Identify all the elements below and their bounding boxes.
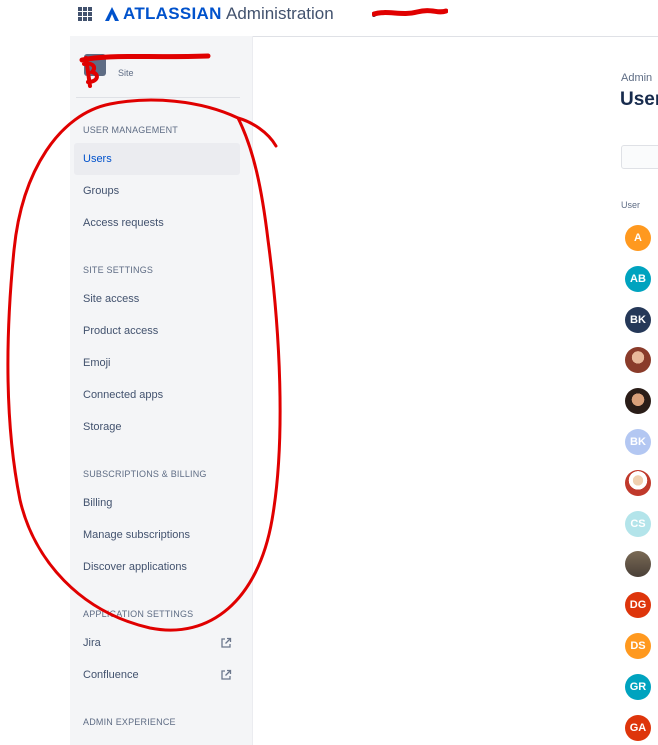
- user-avatar[interactable]: BK: [625, 429, 651, 455]
- page-title: User: [620, 89, 658, 110]
- sidebar-item-connected-apps[interactable]: Connected apps: [74, 379, 240, 411]
- sidebar-item-label: Confluence: [83, 669, 139, 681]
- sidebar-item-label: Jira: [83, 637, 101, 649]
- user-avatar[interactable]: CS: [625, 510, 651, 537]
- user-avatar[interactable]: A: [625, 225, 651, 251]
- external-link-icon: [221, 669, 232, 680]
- sidebar-item-groups[interactable]: Groups: [74, 175, 240, 207]
- sidebar-item-label: Billing: [83, 497, 113, 509]
- user-avatar[interactable]: DS: [625, 633, 651, 659]
- section-heading-application-settings: APPLICATION SETTINGS: [83, 609, 194, 619]
- user-avatar[interactable]: [625, 551, 651, 578]
- redaction-scribble: [79, 53, 211, 88]
- header-divider: [252, 36, 658, 37]
- sidebar-item-label: Discover applications: [83, 561, 187, 573]
- breadcrumb[interactable]: Admin: [621, 72, 652, 84]
- sidebar: Site USER MANAGEMENT Users Groups Access…: [70, 36, 253, 745]
- sidebar-item-site-access[interactable]: Site access: [74, 283, 240, 315]
- app-switcher-icon[interactable]: [78, 7, 92, 21]
- sidebar-item-label: Access requests: [83, 217, 164, 229]
- atlassian-logo-icon: [105, 7, 119, 21]
- sidebar-item-billing[interactable]: Billing: [74, 487, 240, 519]
- sidebar-item-label: Groups: [83, 185, 120, 197]
- user-avatar[interactable]: BK: [625, 306, 651, 333]
- sidebar-item-storage[interactable]: Storage: [74, 411, 240, 443]
- search-input[interactable]: [621, 145, 658, 169]
- user-avatar[interactable]: [625, 469, 651, 496]
- column-header-user: User: [621, 200, 641, 210]
- sidebar-item-label: Storage: [83, 421, 122, 433]
- sidebar-item-discover-applications[interactable]: Discover applications: [74, 551, 240, 583]
- sidebar-item-access-requests[interactable]: Access requests: [74, 207, 240, 239]
- sidebar-item-label: Product access: [83, 325, 159, 337]
- sidebar-item-jira[interactable]: Jira: [74, 627, 240, 659]
- app-title: Administration: [226, 4, 334, 23]
- sidebar-item-users[interactable]: Users: [74, 143, 240, 175]
- sidebar-item-label: Manage subscriptions: [83, 529, 191, 541]
- user-avatar[interactable]: [625, 347, 651, 374]
- sidebar-item-confluence[interactable]: Confluence: [74, 659, 240, 691]
- sidebar-divider: [76, 97, 240, 98]
- external-link-icon: [221, 637, 232, 648]
- sidebar-item-manage-subscriptions[interactable]: Manage subscriptions: [74, 519, 240, 551]
- user-avatar[interactable]: [625, 388, 651, 415]
- sidebar-item-emoji[interactable]: Emoji: [74, 347, 240, 379]
- brand-name: ATLASSIAN: [123, 4, 222, 23]
- section-heading-subscriptions-billing: SUBSCRIPTIONS & BILLING: [83, 469, 207, 479]
- user-avatar[interactable]: DG: [625, 592, 651, 619]
- user-avatar[interactable]: AB: [625, 265, 651, 292]
- section-heading-admin-experience: ADMIN EXPERIENCE: [83, 717, 176, 727]
- sidebar-item-label: Site access: [83, 293, 140, 305]
- user-avatar[interactable]: GA: [625, 714, 651, 741]
- top-bar: ATLASSIAN Administration s: [0, 0, 658, 30]
- section-heading-user-management: USER MANAGEMENT: [83, 125, 179, 135]
- sidebar-item-label: Users: [83, 153, 112, 165]
- sidebar-item-product-access[interactable]: Product access: [74, 315, 240, 347]
- sidebar-item-label: Connected apps: [83, 389, 164, 401]
- user-avatar[interactable]: GR: [625, 673, 651, 700]
- redaction-scribble: [372, 8, 448, 17]
- section-heading-site-settings: SITE SETTINGS: [83, 265, 154, 275]
- sidebar-item-label: Emoji: [83, 357, 111, 369]
